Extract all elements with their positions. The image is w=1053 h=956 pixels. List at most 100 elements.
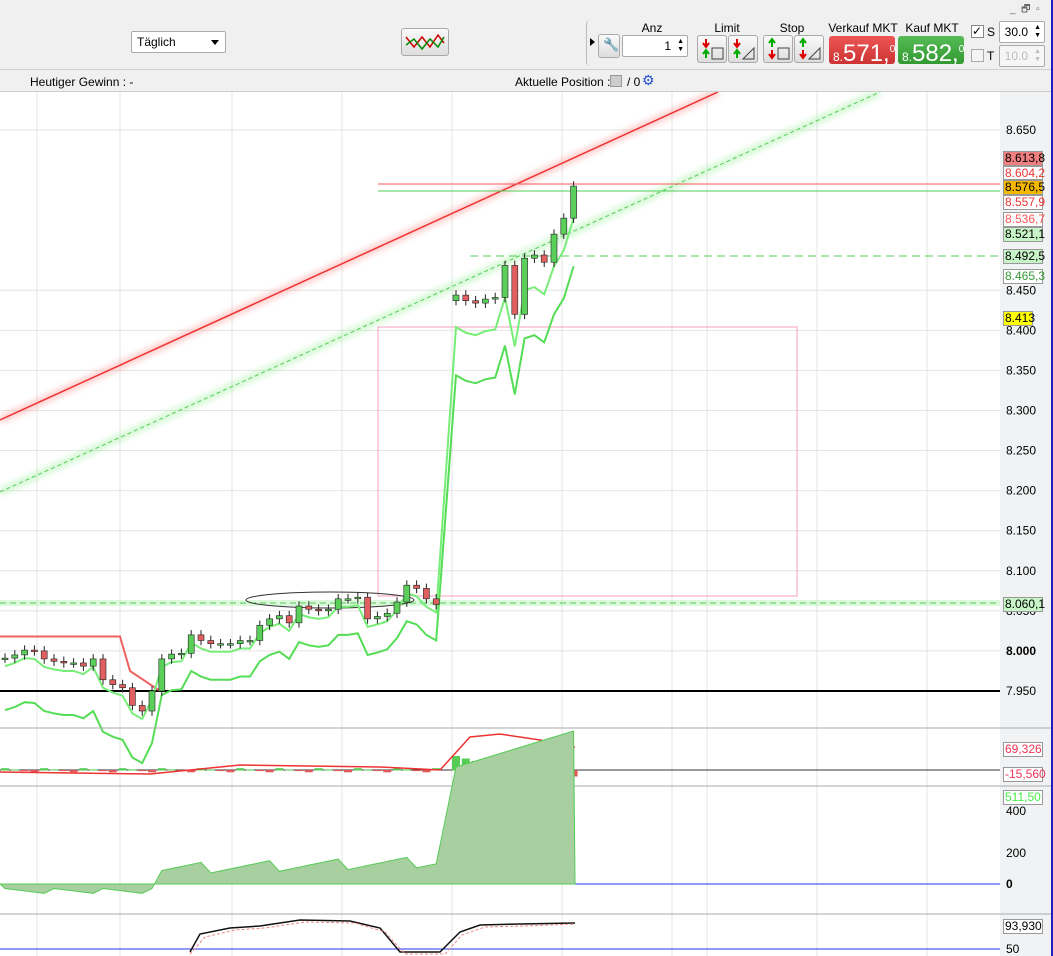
- candle[interactable]: [315, 608, 322, 612]
- candle[interactable]: [344, 598, 352, 601]
- candle[interactable]: [99, 658, 107, 681]
- t-checkbox[interactable]: [971, 49, 984, 62]
- sell-market-button[interactable]: 8.571,0: [829, 36, 896, 67]
- indicator-chart-icon: [405, 33, 445, 51]
- gear-icon[interactable]: ⚙: [642, 72, 655, 89]
- candle[interactable]: [521, 257, 528, 315]
- s-label: S: [987, 25, 996, 39]
- candle[interactable]: [334, 598, 342, 610]
- anz-value: 1: [664, 39, 671, 53]
- p2-tick: 400: [1006, 804, 1026, 818]
- candle[interactable]: [246, 640, 254, 643]
- candle[interactable]: [393, 601, 401, 614]
- candle[interactable]: [423, 588, 430, 600]
- candle[interactable]: [354, 596, 362, 600]
- macd-bar: [236, 768, 245, 771]
- macd-bar: [89, 769, 98, 771]
- candle[interactable]: [197, 634, 205, 641]
- candle[interactable]: [560, 217, 568, 235]
- candle[interactable]: [236, 640, 244, 644]
- candle[interactable]: [31, 649, 38, 652]
- candle[interactable]: [187, 634, 195, 654]
- candle[interactable]: [462, 294, 470, 301]
- macd-bar: [128, 769, 137, 771]
- candle[interactable]: [540, 254, 548, 263]
- candle[interactable]: [227, 643, 234, 646]
- chart-area[interactable]: 8.6508.4508.4008.3508.3008.2508.2008.150…: [0, 92, 1051, 956]
- macd-bar: [99, 770, 107, 772]
- limit-buy-button[interactable]: [697, 35, 727, 63]
- panel3-tag: 93,930: [1003, 919, 1043, 934]
- candle[interactable]: [148, 690, 156, 712]
- anz-label: Anz: [641, 21, 663, 35]
- candle[interactable]: [50, 658, 58, 662]
- candle[interactable]: [158, 658, 166, 692]
- candle[interactable]: [70, 662, 77, 665]
- candle[interactable]: [89, 658, 97, 667]
- candle[interactable]: [60, 661, 68, 664]
- candle[interactable]: [40, 650, 48, 660]
- t-value-stepper[interactable]: 10.0 ▲ ▼: [999, 45, 1045, 67]
- stop-buy-button[interactable]: [763, 35, 793, 63]
- candle[interactable]: [138, 705, 146, 712]
- candle[interactable]: [178, 653, 185, 656]
- candle[interactable]: [168, 653, 175, 660]
- sell-sup: 0: [889, 44, 896, 55]
- anz-quantity-stepper[interactable]: 1 ▲ ▼: [622, 35, 688, 57]
- price-axis-label: 8.250: [1006, 444, 1036, 458]
- candle[interactable]: [374, 616, 381, 620]
- candle[interactable]: [432, 598, 440, 605]
- p3-tick: 50: [1006, 942, 1020, 956]
- candle[interactable]: [531, 254, 538, 259]
- candle[interactable]: [570, 185, 577, 219]
- indicator-button[interactable]: [401, 28, 449, 56]
- s-value: 30.0: [1004, 25, 1028, 39]
- close-position-icon[interactable]: [610, 75, 622, 87]
- candle[interactable]: [501, 265, 509, 298]
- settings-wrench-button[interactable]: 🔧: [598, 34, 620, 58]
- candle[interactable]: [11, 654, 19, 659]
- candle[interactable]: [403, 584, 411, 603]
- s-checkbox[interactable]: ✓: [971, 25, 984, 38]
- macd-bar: [412, 770, 421, 772]
- candle[interactable]: [119, 684, 126, 689]
- candle[interactable]: [452, 294, 460, 301]
- window-controls[interactable]: _ 🗗 ▫: [1010, 2, 1040, 19]
- candle[interactable]: [207, 640, 215, 644]
- macd-bar: [20, 770, 29, 772]
- candle[interactable]: [491, 297, 499, 300]
- candle[interactable]: [482, 298, 489, 304]
- candle[interactable]: [129, 687, 136, 706]
- s-value-stepper[interactable]: 30.0 ▲ ▼: [999, 21, 1045, 43]
- candle[interactable]: [1, 657, 9, 660]
- period-select[interactable]: Täglich: [131, 31, 226, 53]
- candle[interactable]: [383, 612, 391, 617]
- candle[interactable]: [511, 265, 519, 315]
- price-tag: 8.492,5: [1003, 249, 1046, 264]
- macd-bar: [138, 770, 147, 772]
- candle[interactable]: [276, 615, 283, 620]
- macd-bar: [157, 768, 166, 771]
- buy-market-button[interactable]: 8.582,0: [898, 36, 964, 67]
- candle[interactable]: [472, 300, 479, 304]
- position-sep: / 0: [627, 75, 641, 89]
- candle[interactable]: [80, 662, 87, 667]
- candle[interactable]: [295, 605, 303, 624]
- candle[interactable]: [364, 596, 371, 620]
- candle[interactable]: [21, 649, 28, 656]
- t-value: 10.0: [1004, 49, 1028, 63]
- limit-sell-button[interactable]: [728, 35, 758, 63]
- candle[interactable]: [550, 233, 558, 263]
- candle[interactable]: [305, 605, 313, 610]
- candle[interactable]: [325, 608, 332, 612]
- candle[interactable]: [109, 679, 117, 685]
- price-tag: 8.604,2: [1003, 166, 1046, 180]
- candle[interactable]: [217, 643, 224, 646]
- stop-sell-button[interactable]: [794, 35, 824, 63]
- stop-label: Stop: [779, 21, 805, 35]
- candle[interactable]: [266, 618, 273, 626]
- macd-bar: [422, 770, 431, 773]
- candle[interactable]: [285, 615, 293, 624]
- candle[interactable]: [256, 624, 264, 641]
- candle[interactable]: [413, 584, 420, 589]
